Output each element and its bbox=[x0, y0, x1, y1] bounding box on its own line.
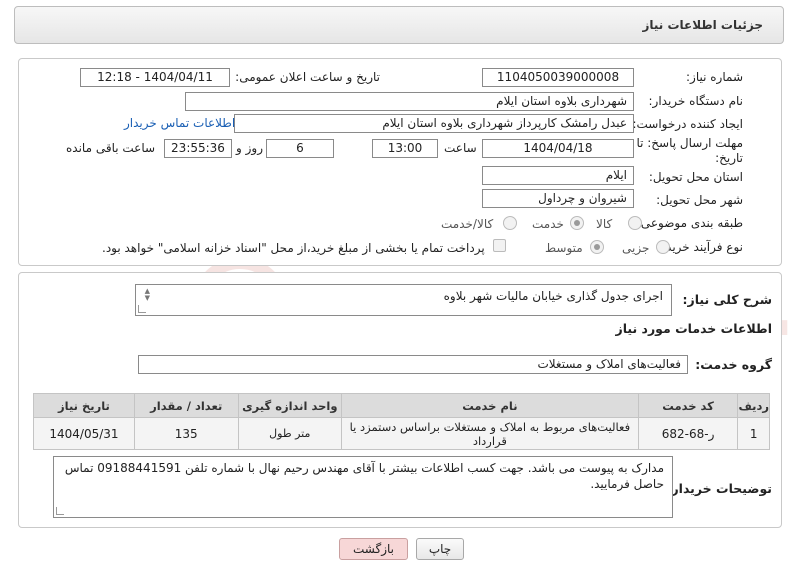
print-button[interactable]: چاپ bbox=[416, 538, 464, 560]
purchase-radio-medium[interactable] bbox=[590, 240, 604, 254]
services-section-title: اطلاعات خدمات مورد نیاز bbox=[615, 321, 773, 336]
city-field: شیروان و چرداول bbox=[482, 189, 634, 208]
resize-handle-icon bbox=[56, 507, 64, 515]
page-title: جزئیات اطلاعات نیاز bbox=[642, 18, 763, 32]
col-name-header: نام خدمت bbox=[341, 393, 639, 418]
time-remaining-label: ساعت باقی مانده bbox=[66, 141, 156, 155]
table-row: 1 ر-68-682 فعالیت‌های مربوط به املاک و م… bbox=[33, 417, 770, 450]
province-label: استان محل تحویل: bbox=[648, 170, 743, 184]
announce-datetime-label: تاریخ و ساعت اعلان عمومی: bbox=[235, 70, 380, 84]
buyer-contact-link[interactable]: اطلاعات تماس خریدار bbox=[124, 116, 235, 130]
deadline-time-label: ساعت bbox=[444, 141, 477, 155]
table-header-row: ردیف کد خدمت نام خدمت واحد اندازه گیری ت… bbox=[33, 393, 770, 418]
resize-handle-icon bbox=[138, 305, 146, 313]
cell-name: فعالیت‌های مربوط به املاک و مستغلات براس… bbox=[341, 417, 639, 450]
summary-label: شرح کلی نیاز: bbox=[682, 292, 772, 307]
buyer-org-label: نام دستگاه خریدار: bbox=[648, 94, 744, 108]
announce-datetime-field: 1404/04/11 - 12:18 bbox=[80, 68, 230, 87]
summary-text: اجرای جدول گذاری خیابان مالیات شهر بلاوه bbox=[443, 289, 663, 303]
col-unit-header: واحد اندازه گیری bbox=[237, 393, 343, 418]
service-group-field: فعالیت‌های املاک و مستغلات bbox=[138, 355, 688, 374]
requester-field: عبدل رامشک کارپرداز شهرداری بلاوه استان … bbox=[234, 114, 634, 133]
category-option-goods-service: کالا/خدمت bbox=[441, 217, 494, 231]
purchase-type-label: نوع فرآیند خرید : bbox=[658, 240, 743, 254]
category-label: طبقه بندی موضوعی: bbox=[636, 216, 743, 230]
cell-qty: 135 bbox=[133, 417, 239, 450]
buyer-notes-text: مدارک به پیوست می باشد. جهت کسب اطلاعات … bbox=[64, 461, 664, 491]
need-number-field: 1104050039000008 bbox=[482, 68, 634, 87]
time-remaining-field: 23:55:36 bbox=[164, 139, 232, 158]
category-radio-goods-service[interactable] bbox=[503, 216, 517, 230]
back-button[interactable]: بازگشت bbox=[339, 538, 408, 560]
deadline-time-field: 13:00 bbox=[372, 139, 438, 158]
buyer-notes-label: توضیحات خریدار: bbox=[666, 481, 772, 496]
deadline-label-line2: تاریخ: bbox=[715, 151, 743, 165]
category-radio-goods[interactable] bbox=[628, 216, 642, 230]
service-group-label: گروه خدمت: bbox=[695, 357, 772, 372]
requester-label: ایجاد کننده درخواست: bbox=[632, 117, 743, 131]
spin-arrows-icon: ▲ ▼ bbox=[144, 287, 150, 302]
cell-date: 1404/05/31 bbox=[33, 417, 135, 450]
deadline-label-line1: مهلت ارسال پاسخ: تا bbox=[636, 136, 743, 150]
province-field: ایلام bbox=[482, 166, 634, 185]
city-label: شهر محل تحویل: bbox=[656, 193, 743, 207]
deadline-date-field: 1404/04/18 bbox=[482, 139, 634, 158]
purchase-option-minor: جزیی bbox=[622, 241, 650, 255]
treasury-bonds-checkbox[interactable] bbox=[493, 239, 506, 252]
col-code-header: کد خدمت bbox=[637, 393, 739, 418]
page-header: جزئیات اطلاعات نیاز bbox=[14, 6, 784, 44]
need-info-panel bbox=[18, 58, 782, 266]
services-table: ردیف کد خدمت نام خدمت واحد اندازه گیری ت… bbox=[33, 393, 770, 450]
summary-textarea: اجرای جدول گذاری خیابان مالیات شهر بلاوه… bbox=[135, 284, 672, 316]
col-qty-header: تعداد / مقدار bbox=[133, 393, 239, 418]
treasury-bonds-note: پرداخت تمام یا بخشی از مبلغ خرید،از محل … bbox=[102, 241, 485, 255]
buyer-org-field: شهرداری بلاوه استان ایلام bbox=[185, 92, 634, 111]
col-row-header: ردیف bbox=[737, 393, 770, 418]
need-number-label: شماره نیاز: bbox=[686, 70, 743, 84]
category-radio-service[interactable] bbox=[570, 216, 584, 230]
category-option-service: خدمت bbox=[532, 217, 564, 231]
days-remaining-field: 6 bbox=[266, 139, 334, 158]
cell-unit: متر طول bbox=[237, 417, 343, 450]
purchase-radio-minor[interactable] bbox=[656, 240, 670, 254]
buyer-notes-textarea: مدارک به پیوست می باشد. جهت کسب اطلاعات … bbox=[53, 456, 673, 518]
purchase-option-medium: متوسط bbox=[545, 241, 583, 255]
days-label: روز و bbox=[236, 141, 263, 155]
cell-code: ر-68-682 bbox=[637, 417, 739, 450]
cell-row: 1 bbox=[737, 417, 770, 450]
category-option-goods: کالا bbox=[596, 217, 613, 231]
col-date-header: تاریخ نیاز bbox=[33, 393, 135, 418]
